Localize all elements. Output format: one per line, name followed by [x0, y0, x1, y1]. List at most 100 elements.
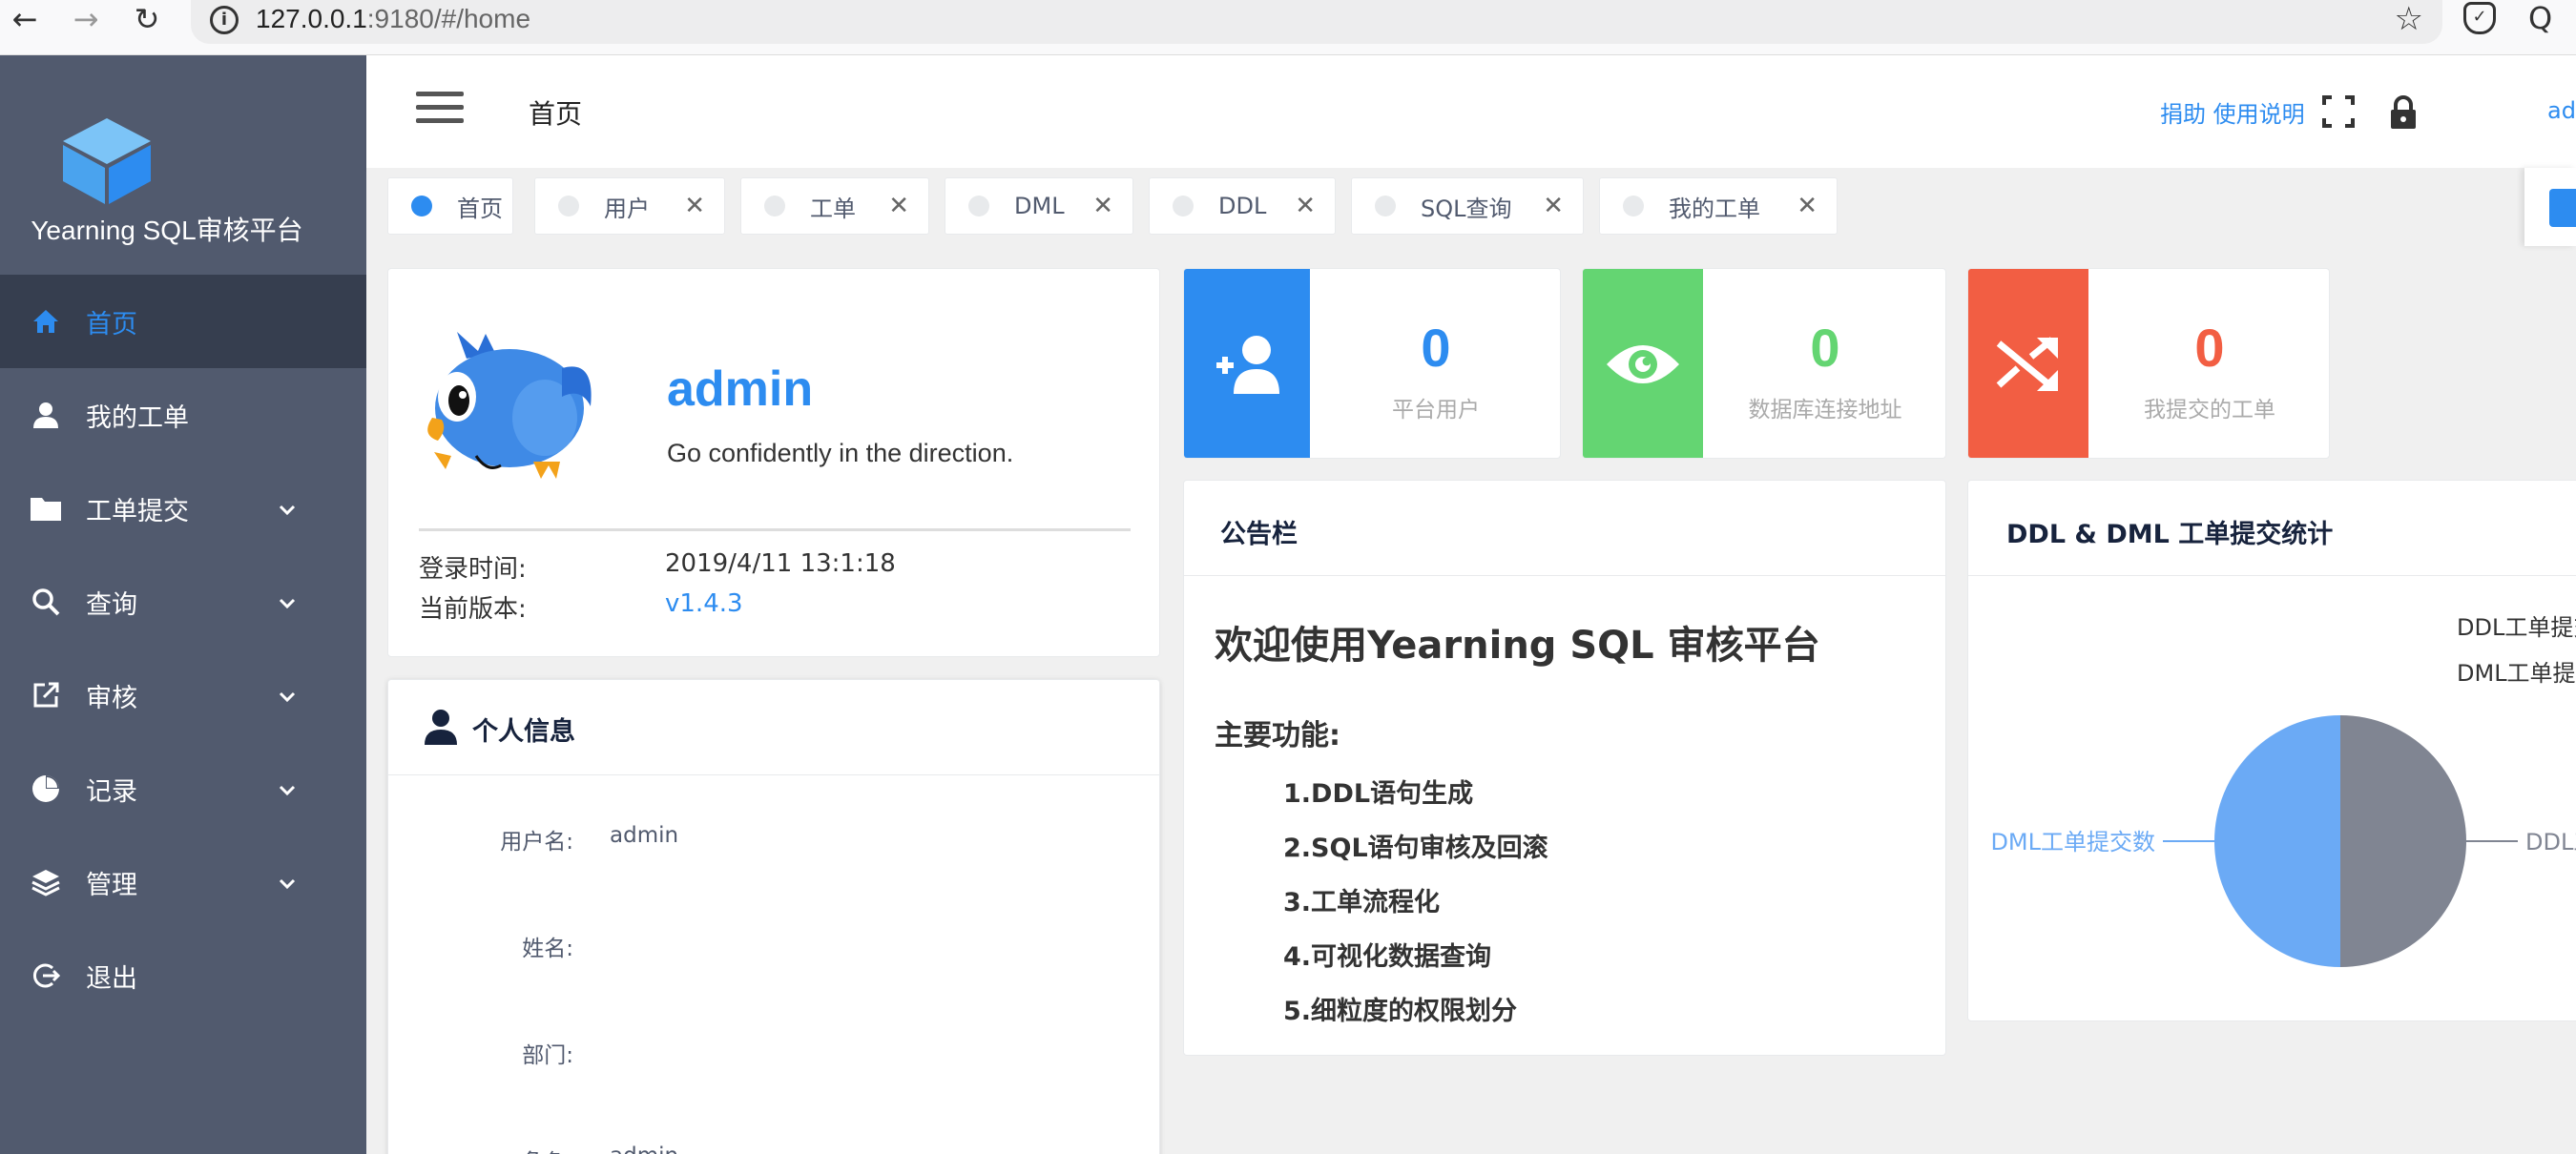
menu-toggle-icon[interactable] [416, 92, 464, 124]
tab-2[interactable]: 工单 ✕ [740, 177, 929, 235]
stat-card-1: 0 数据库连接地址 [1582, 268, 1946, 459]
layers-icon [29, 865, 63, 899]
chevron-down-icon [279, 495, 307, 522]
url-host: 127.0.0.1 [256, 4, 367, 33]
search-icon[interactable]: Q [2528, 0, 2552, 36]
sidebar-item-4[interactable]: 审核 [0, 649, 366, 742]
sidebar-item-6[interactable]: 管理 [0, 835, 366, 929]
close-icon[interactable]: ✕ [1797, 192, 1818, 220]
pie-slice-0[interactable] [2340, 715, 2466, 967]
legend-entry[interactable]: DDL工单提交数 [2457, 614, 2576, 641]
back-arrow-icon[interactable]: ← [6, 0, 44, 38]
stat-value: 0 [1810, 318, 1840, 378]
close-icon[interactable]: ✕ [1543, 192, 1564, 220]
tab-5[interactable]: SQL查询 ✕ [1351, 177, 1584, 235]
folder-icon [29, 491, 63, 525]
notice-heading: 欢迎使用Yearning SQL 审核平台 [1215, 624, 1820, 668]
form-label: 部门: [522, 1043, 573, 1068]
chevron-down-icon [279, 869, 307, 896]
browser-toolbar: ← → ↻ i 127.0.0.1:9180/#/home ☆ ✓ Q [0, 0, 2576, 55]
add-user-icon [1184, 269, 1310, 458]
stat-label: 数据库连接地址 [1748, 398, 1902, 422]
close-icon[interactable]: ✕ [888, 192, 909, 220]
tab-0[interactable]: 首页 [387, 177, 513, 235]
eye-icon [1583, 269, 1703, 458]
tab-label: 我的工单 [1669, 195, 1760, 222]
forward-arrow-icon[interactable]: → [67, 0, 105, 38]
stat-card-0: 0 平台用户 [1183, 268, 1561, 459]
personal-info-title: 个人信息 [472, 717, 575, 747]
tab-status-dot [411, 196, 432, 216]
tab-4[interactable]: DDL ✕ [1149, 177, 1336, 235]
url-path: :9180/#/home [366, 4, 531, 33]
form-label: 角色: [388, 1144, 573, 1154]
notice-subheading: 主要功能: [1215, 719, 1340, 752]
search-icon [29, 585, 63, 619]
divider [419, 528, 1131, 531]
chevron-down-icon [279, 775, 307, 802]
sidebar-item-7[interactable]: 退出 [0, 929, 366, 1022]
sidebar-item-label: 工单提交 [86, 496, 189, 526]
notice-title: 公告栏 [1220, 520, 1298, 549]
shuffle-icon [1968, 269, 2088, 458]
tab-status-dot [968, 196, 989, 216]
sidebar-item-label: 我的工单 [86, 402, 189, 433]
sidebar-item-label: 管理 [86, 870, 137, 900]
tab-label: 首页 [457, 195, 503, 222]
tab-6[interactable]: 我的工单 ✕ [1599, 177, 1838, 235]
stat-value: 0 [1421, 318, 1451, 378]
close-icon[interactable]: ✕ [684, 192, 705, 220]
sidebar-item-2[interactable]: 工单提交 [0, 462, 366, 555]
sidebar-item-1[interactable]: 我的工单 [0, 368, 366, 462]
logo: Yearning SQL审核平台 [0, 55, 366, 275]
pocket-icon[interactable]: ✓ [2463, 2, 2496, 34]
tab-label: SQL查询 [1421, 195, 1512, 222]
address-bar[interactable]: i 127.0.0.1:9180/#/home ☆ [191, 0, 2442, 44]
feature-item: 4.可视化数据查询 [1283, 942, 1492, 972]
login-time-value: 2019/4/11 13:1:18 [665, 549, 896, 578]
fullscreen-icon[interactable] [2322, 95, 2355, 128]
tab-status-dot [764, 196, 785, 216]
tab-3[interactable]: DML ✕ [945, 177, 1133, 235]
pie-icon [29, 772, 63, 806]
lock-icon[interactable] [2389, 95, 2418, 130]
pie-slice-1[interactable] [2214, 715, 2340, 967]
tab-label: 工单 [810, 195, 856, 222]
form-value: admin [610, 1144, 678, 1154]
personal-info-header: 个人信息 [388, 680, 1159, 775]
stat-card-2: 0 我提交的工单 [1967, 268, 2330, 459]
chevron-down-icon [279, 588, 307, 615]
sidebar-item-3[interactable]: 查询 [0, 555, 366, 649]
sidebar-item-label: 查询 [86, 589, 137, 620]
sidebar-item-label: 记录 [86, 776, 137, 807]
stat-label: 我提交的工单 [2144, 398, 2275, 422]
form-label: 用户名: [500, 830, 573, 855]
tab-1[interactable]: 用户 ✕ [534, 177, 725, 235]
tab-label: 用户 [604, 195, 650, 222]
sidebar-item-5[interactable]: 记录 [0, 742, 366, 835]
version-link[interactable]: v1.4.3 [665, 589, 743, 618]
user-menu[interactable]: ad [2547, 97, 2576, 124]
logo-title: Yearning SQL审核平台 [31, 216, 303, 245]
url-text: 127.0.0.1:9180/#/home [256, 4, 530, 34]
sidebar-item-0[interactable]: 首页 [0, 275, 366, 368]
chart-card: DDL & DML 工单提交统计 DDL工单提交数DML工单提交数DDL工单提交… [1967, 480, 2576, 1021]
notice-card: 公告栏 欢迎使用Yearning SQL 审核平台 主要功能: 1.DDL语句生… [1183, 480, 1946, 1056]
chart-title: DDL & DML 工单提交统计 [2006, 520, 2334, 549]
legend-entry[interactable]: DML工单提交数 [2457, 660, 2576, 687]
profile-motto: Go confidently in the direction. [667, 439, 1014, 467]
reload-icon[interactable]: ↻ [128, 0, 166, 38]
login-time-label: 登录时间: [419, 555, 527, 584]
bookmark-star-icon[interactable]: ☆ [2395, 0, 2423, 38]
logo-cube-icon [63, 118, 151, 204]
close-icon[interactable]: ✕ [1092, 192, 1113, 220]
chevron-down-icon [279, 682, 307, 709]
close-icon[interactable]: ✕ [1295, 192, 1316, 220]
header-links[interactable]: 捐助 使用说明 [2160, 95, 2305, 129]
tags-scroll-button[interactable] [2524, 168, 2576, 246]
site-info-icon[interactable]: i [210, 6, 239, 34]
version-label: 当前版本: [419, 595, 527, 624]
tab-status-dot [1173, 196, 1194, 216]
header: 首页 捐助 使用说明 ad [366, 55, 2576, 168]
feature-item: 1.DDL语句生成 [1283, 779, 1474, 809]
